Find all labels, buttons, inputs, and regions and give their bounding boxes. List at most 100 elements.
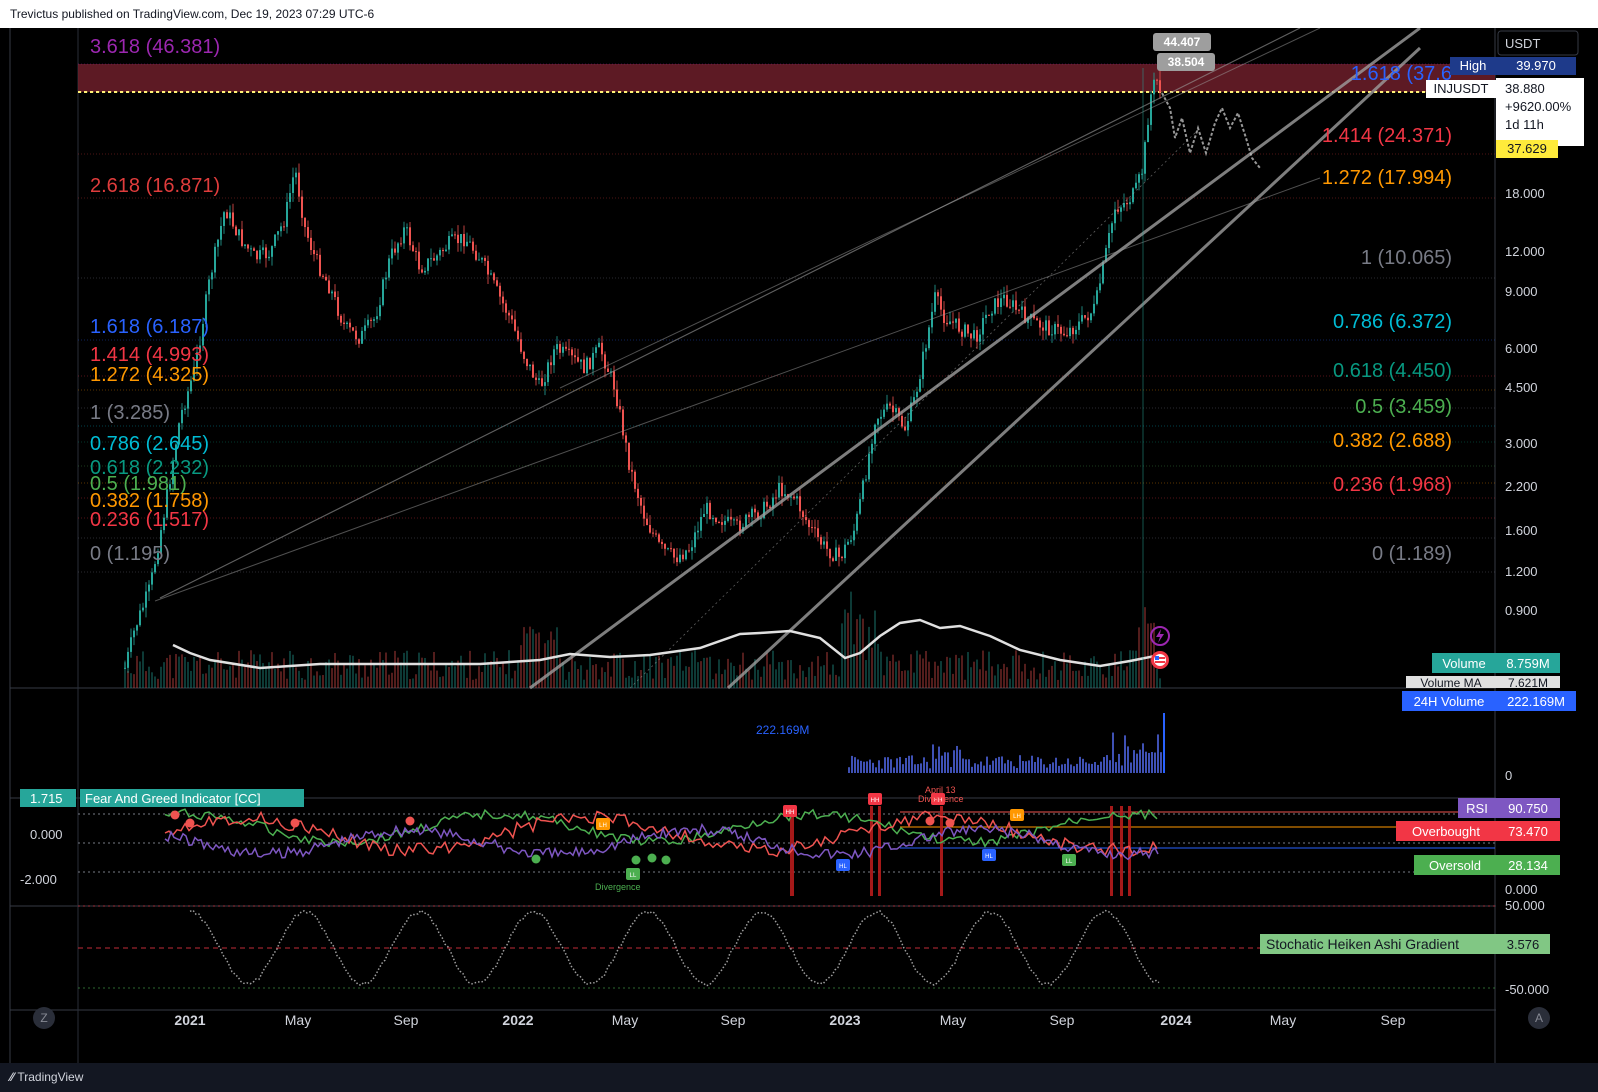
price-tick: 6.000 xyxy=(1505,341,1538,356)
candle-body xyxy=(361,330,363,344)
candle-body xyxy=(883,409,885,417)
candle-body xyxy=(349,322,351,328)
volume-bar xyxy=(823,665,825,688)
candle-body xyxy=(691,547,693,551)
fib-left-label: 0.786 (2.645) xyxy=(90,433,209,455)
price-tick: 0.900 xyxy=(1505,603,1538,618)
candle-body xyxy=(652,532,654,534)
volume24-bar xyxy=(1013,766,1015,773)
candle-body xyxy=(649,524,651,533)
volume-bar xyxy=(925,650,927,688)
volume-bar xyxy=(1117,666,1119,688)
volume-bar xyxy=(712,679,714,688)
volume-bar xyxy=(448,666,450,688)
candle-body xyxy=(343,322,345,325)
volume-bar xyxy=(1021,671,1023,688)
volume24-bar xyxy=(1127,746,1129,773)
chart-canvas[interactable]: 3.618 (46.381) 2.618 (16.871) 1.618 (6.187… xyxy=(0,28,1598,1063)
volume24-bar xyxy=(1001,756,1003,773)
us-flag-icon[interactable] xyxy=(1151,651,1169,669)
volume-bar xyxy=(145,671,147,688)
candle-body xyxy=(562,346,564,353)
candle-body xyxy=(568,348,570,350)
fg-axis-label: 0.000 xyxy=(30,827,63,842)
svg-text:1d 11h: 1d 11h xyxy=(1505,117,1544,132)
auto-scale-button[interactable]: A xyxy=(1528,1007,1550,1029)
volume-bar xyxy=(826,652,828,688)
fg-title[interactable]: Fear And Greed Indicator [CC] xyxy=(85,791,261,806)
candle-body xyxy=(553,349,555,366)
volume-bar xyxy=(628,675,630,688)
candle-body xyxy=(1069,327,1071,337)
candle-body xyxy=(607,368,609,372)
volume24-bar xyxy=(938,746,940,773)
candle-body xyxy=(952,321,954,323)
volume-bar xyxy=(523,627,525,688)
goto-date-button[interactable]: Z xyxy=(33,1007,55,1029)
fg-signal-dot xyxy=(661,855,671,865)
volume-bar xyxy=(952,673,954,688)
candle-body xyxy=(268,256,270,259)
volume24-bar xyxy=(1154,752,1156,773)
last-price-tag: 38.880 +9620.00% 1d 11h xyxy=(1496,78,1584,146)
volume-bar xyxy=(607,661,609,688)
candle-body xyxy=(820,537,822,545)
resistance-zone[interactable] xyxy=(78,64,1495,92)
candle-body xyxy=(472,241,474,251)
fg-pivot-marker-label: HH xyxy=(786,810,795,816)
volume-bar xyxy=(1111,675,1113,688)
volume-bar xyxy=(976,659,978,688)
volume-bar xyxy=(421,657,423,688)
candle-body xyxy=(781,482,783,497)
volume24-bar xyxy=(1094,762,1096,773)
candle-body xyxy=(676,557,678,563)
volume24-bar xyxy=(929,768,931,773)
candle-body xyxy=(673,548,675,558)
candle-body xyxy=(1159,80,1161,93)
fg-signal-dot xyxy=(631,855,641,865)
candle-body xyxy=(148,584,150,592)
volume-bar xyxy=(367,676,369,688)
candle-body xyxy=(316,254,318,256)
volume24-bar xyxy=(998,756,1000,773)
volume24-bar xyxy=(965,759,967,773)
volume-bar xyxy=(901,671,903,688)
volume24-bar xyxy=(1070,764,1072,773)
candle-body xyxy=(127,651,129,668)
volume-bar xyxy=(304,679,306,688)
footer-brand[interactable]: ⁄⁄ TradingView xyxy=(10,1070,83,1084)
candle-body xyxy=(730,516,732,520)
candle-body xyxy=(811,527,813,529)
volume-bar xyxy=(466,677,468,688)
fg-value: 1.715 xyxy=(30,791,63,806)
volume-bar xyxy=(625,677,627,688)
volume-bar xyxy=(592,665,594,688)
candle-body xyxy=(709,502,711,520)
divergence-annotation: Divergence xyxy=(918,794,964,804)
volume-bar xyxy=(853,644,855,688)
fib-left-label: 3.618 (46.381) xyxy=(90,36,220,58)
candle-body xyxy=(724,520,726,525)
volume24-bar xyxy=(959,749,961,773)
candle-body xyxy=(358,339,360,344)
fib-left-label: 1.618 (6.187) xyxy=(90,316,209,338)
candle-body xyxy=(226,212,228,219)
volume-bar xyxy=(349,655,351,688)
volume-bar xyxy=(385,652,387,688)
rsi-axis-zero: 0.000 xyxy=(1505,882,1538,897)
candle-body xyxy=(586,357,588,374)
volume-bar xyxy=(508,650,510,688)
currency-label[interactable]: USDT xyxy=(1505,36,1540,51)
volume-bar xyxy=(790,660,792,688)
volume-bar xyxy=(763,666,765,688)
price-tick: 1.200 xyxy=(1505,564,1538,579)
candle-body xyxy=(970,333,972,339)
candle-body xyxy=(481,257,483,260)
candle-body xyxy=(1150,94,1152,125)
candle-body xyxy=(643,505,645,519)
volume-bar xyxy=(424,657,426,688)
fg-signal-bar xyxy=(878,806,881,896)
volume-bar xyxy=(436,670,438,688)
volume24-bar xyxy=(1088,763,1090,773)
candle-body xyxy=(289,192,291,202)
